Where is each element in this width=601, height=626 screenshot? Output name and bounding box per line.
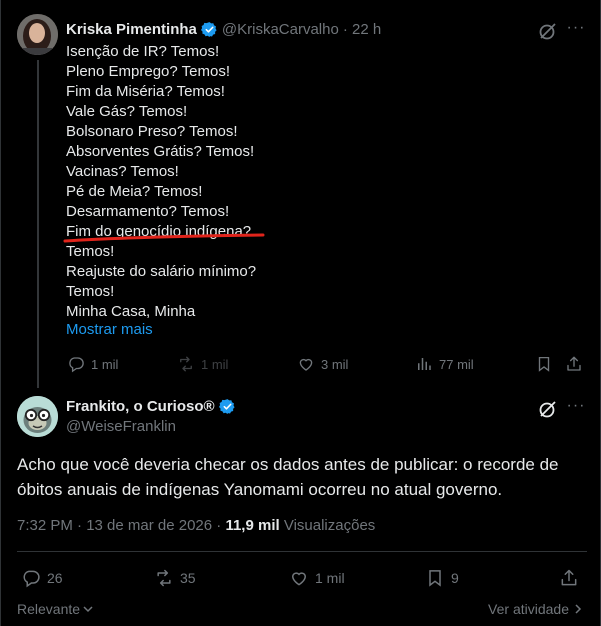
chevron-down-icon <box>83 606 93 613</box>
like-count: 1 mil <box>315 570 345 586</box>
views-count: 77 mil <box>439 356 474 372</box>
reply-text: Acho que você deveria checar os dados an… <box>17 455 559 499</box>
red-underline-annotation <box>63 233 265 243</box>
bookmark-button[interactable]: 9 <box>425 566 459 590</box>
heart-icon <box>299 358 313 371</box>
grok-icon[interactable] <box>538 399 558 419</box>
thread-line <box>37 60 39 388</box>
reply-count: 26 <box>47 570 63 586</box>
show-more-link[interactable]: Mostrar mais <box>66 321 153 338</box>
share-icon <box>561 569 577 586</box>
avatar-cartoon <box>17 396 58 437</box>
tweet-line: Absorventes Grátis? Temos! <box>66 143 255 160</box>
repost-count: 35 <box>180 570 196 586</box>
share-button[interactable] <box>559 566 579 590</box>
views-count: 11,9 mil <box>225 517 280 534</box>
bookmark-icon <box>538 356 550 372</box>
reply-actions: 26 35 1 mil 9 <box>17 566 587 590</box>
verified-badge-icon <box>218 399 235 414</box>
bookmark-button[interactable] <box>535 352 553 376</box>
repost-icon <box>157 569 171 587</box>
author-handle[interactable]: @WeiseFranklin <box>66 418 176 435</box>
grok-icon[interactable] <box>538 21 558 41</box>
author-avatar-kriska[interactable] <box>17 14 58 55</box>
more-options-icon[interactable]: ··· <box>565 398 587 418</box>
tweet-line: Vacinas? Temos! <box>66 163 179 180</box>
author-avatar-frankito[interactable] <box>17 396 58 437</box>
reply-icon <box>23 570 40 588</box>
tweet-line: Temos! <box>66 243 115 260</box>
views-label: Visualizações <box>283 517 376 534</box>
timeline-frame: Kriska Pimentinha @KriskaCarvalho · 22 h… <box>0 0 601 626</box>
view-activity-link[interactable]: Ver atividade <box>488 601 583 617</box>
timestamp[interactable]: 7:32 PM · 13 de mar de 2026 · <box>17 517 225 534</box>
tweet-actions: 1 mil 1 mil 3 mil 77 mil <box>61 352 591 376</box>
like-button[interactable]: 3 mil <box>297 352 348 376</box>
divider <box>17 551 587 552</box>
repost-icon <box>180 356 192 372</box>
tweet-line: Fim da Miséria? Temos! <box>66 83 225 100</box>
like-count: 3 mil <box>321 356 349 372</box>
tweet-line: Bolsonaro Preso? Temos! <box>66 123 238 140</box>
chevron-right-icon <box>575 604 582 614</box>
tweet-time[interactable]: · 22 h <box>343 21 381 38</box>
tweet-line: Desarmamento? Temos! <box>66 203 230 220</box>
tweet-line: Vale Gás? Temos! <box>66 103 188 120</box>
tweet-header: Kriska Pimentinha @KriskaCarvalho · 22 h <box>66 21 381 38</box>
tweet-line: Pé de Meia? Temos! <box>66 183 203 200</box>
share-button[interactable] <box>565 352 583 376</box>
reply-button[interactable]: 1 mil <box>67 352 118 376</box>
activity-label: Ver atividade <box>488 601 569 617</box>
repost-button[interactable]: 35 <box>154 566 196 590</box>
views-button[interactable]: 77 mil <box>415 352 474 376</box>
tweet-line: Isenção de IR? Temos! <box>66 43 220 60</box>
tweet-meta: 7:32 PM · 13 de mar de 2026 · 11,9 mil V… <box>17 517 375 534</box>
repost-count: 1 mil <box>201 356 229 372</box>
tweet-text: Isenção de IR? Temos! Pleno Emprego? Tem… <box>66 42 526 322</box>
author-name[interactable]: Kriska Pimentinha <box>66 21 197 38</box>
reply-count: 1 mil <box>91 356 119 372</box>
sort-label: Relevante <box>17 601 81 617</box>
tweet-line: Minha Casa, Minha <box>66 303 196 320</box>
tweet-line: Pleno Emprego? Temos! <box>66 63 230 80</box>
reply-button[interactable]: 26 <box>21 566 63 590</box>
bookmark-count: 9 <box>451 570 459 586</box>
sort-dropdown[interactable]: Relevante <box>17 601 94 617</box>
tweet-line: Reajuste do salário mínimo? <box>66 263 257 280</box>
repost-button[interactable]: 1 mil <box>177 352 228 376</box>
more-options-icon[interactable]: ··· <box>565 20 587 40</box>
bookmark-icon <box>429 570 441 587</box>
tweet-line: Temos! <box>66 283 115 300</box>
author-name[interactable]: Frankito, o Curioso® <box>66 398 215 415</box>
reply-header: Frankito, o Curioso® <box>66 398 236 415</box>
share-icon <box>567 356 581 371</box>
author-handle[interactable]: @KriskaCarvalho <box>222 21 339 38</box>
views-icon <box>418 358 431 370</box>
reply-icon <box>69 357 84 373</box>
like-button[interactable]: 1 mil <box>289 566 345 590</box>
avatar-photo <box>17 14 58 55</box>
verified-badge-icon <box>200 22 217 37</box>
heart-icon <box>291 572 307 586</box>
